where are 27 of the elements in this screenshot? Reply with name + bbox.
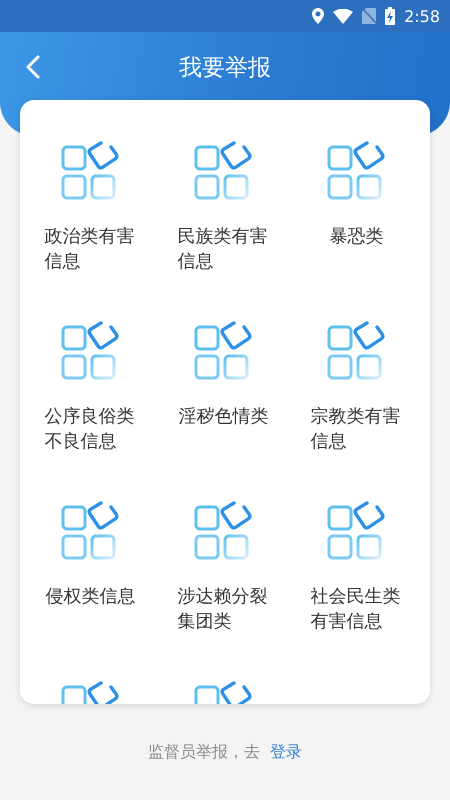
category-label[interactable]: 公序良俗类不良信息: [44, 404, 136, 454]
category-icon[interactable]: [326, 140, 386, 202]
category-icon[interactable]: [326, 320, 386, 382]
wifi-icon: [333, 8, 354, 24]
category-label[interactable]: 社会民生类有害信息: [310, 584, 402, 634]
category-icon[interactable]: [194, 140, 254, 202]
category-icon[interactable]: [60, 320, 120, 382]
category-label[interactable]: 涉达赖分裂集团类: [178, 584, 270, 634]
category-icon[interactable]: [194, 320, 254, 382]
category-icon[interactable]: [326, 500, 386, 562]
location-icon: [312, 8, 324, 24]
category-label[interactable]: 暴恐类: [330, 224, 384, 249]
battery-charging-icon: [385, 7, 396, 25]
category-label[interactable]: 淫秽色情类: [178, 404, 268, 429]
back-icon[interactable]: [26, 55, 40, 79]
category-label[interactable]: 宗教类有害信息: [310, 404, 402, 454]
status-time: 2:58: [404, 6, 440, 26]
category-label[interactable]: 民族类有害信息: [178, 224, 270, 274]
login-link[interactable]: 登录: [270, 742, 302, 763]
category-label[interactable]: 政治类有害信息: [44, 224, 136, 274]
category-icon[interactable]: [60, 140, 120, 202]
category-icon[interactable]: [194, 500, 254, 562]
footer-text: 监督员举报，去: [148, 742, 260, 763]
category-icon[interactable]: [60, 500, 120, 562]
no-sim-icon: [362, 8, 376, 24]
category-label[interactable]: 侵权类信息: [46, 584, 136, 609]
page-title: 我要举报: [179, 54, 271, 82]
